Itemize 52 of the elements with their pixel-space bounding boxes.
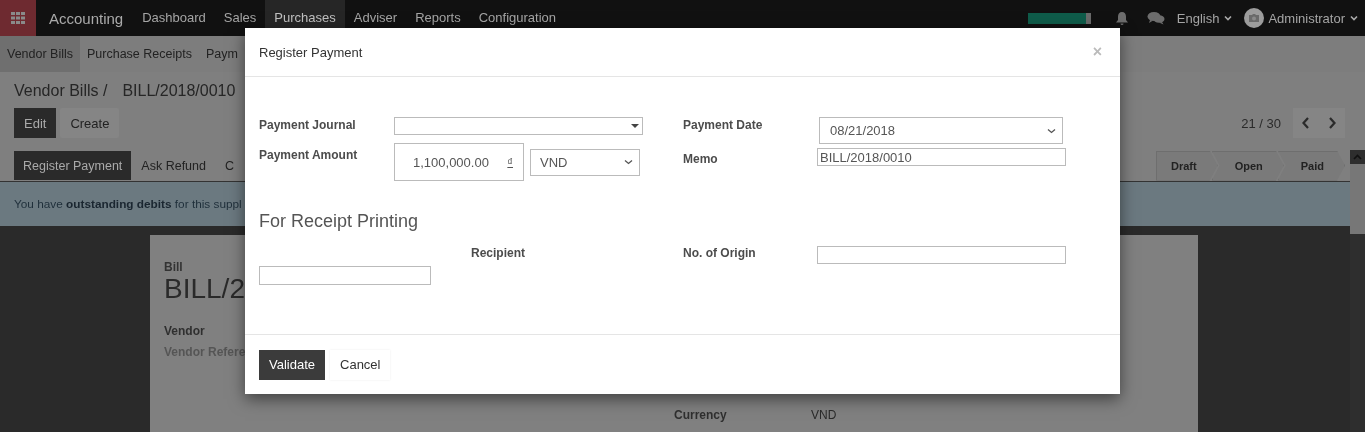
- submenu-item[interactable]: Purchase Receipts: [80, 36, 199, 72]
- chat-icon[interactable]: [1146, 11, 1165, 25]
- scrollbar[interactable]: [1350, 150, 1365, 432]
- field-label: Memo: [683, 151, 719, 168]
- action-button[interactable]: Create: [60, 108, 120, 138]
- dialog-button[interactable]: Validate: [259, 349, 325, 380]
- workflow-button[interactable]: Register Payment: [14, 151, 132, 180]
- alert-message: You have outstanding debits for this suppl: [14, 197, 242, 211]
- avatar-icon[interactable]: [1244, 8, 1265, 28]
- caret-icon: [1224, 15, 1233, 21]
- action-button[interactable]: Edit: [14, 108, 57, 138]
- language-menu[interactable]: English: [1176, 10, 1233, 26]
- status-step[interactable]: Open: [1211, 150, 1284, 181]
- breadcrumb-current: BILL/2018/0010: [121, 82, 237, 101]
- menu-item[interactable]: Sales: [214, 0, 266, 36]
- caret-icon: [1350, 15, 1358, 21]
- document-type-label: Bill: [164, 260, 183, 274]
- document-number: BILL/2: [164, 274, 245, 304]
- payment-date-select[interactable]: 08/21/2018: [819, 117, 1063, 144]
- field-label: Payment Amount: [259, 148, 359, 164]
- caret-icon: [631, 124, 639, 128]
- field-label: Recipient: [471, 246, 526, 260]
- section-title: For Receipt Printing: [259, 211, 420, 232]
- recipient-field[interactable]: [259, 266, 431, 285]
- bell-icon[interactable]: [1114, 10, 1129, 26]
- memo-field[interactable]: BILL/2018/0010: [817, 148, 1066, 166]
- field-label: No. of Origin: [683, 246, 757, 262]
- breadcrumb-link[interactable]: Vendor Bills /: [14, 82, 108, 102]
- grid-icon: [11, 12, 25, 24]
- apps-menu-button[interactable]: [0, 0, 36, 36]
- menu-item[interactable]: Dashboard: [133, 0, 215, 36]
- caret-icon: [1047, 127, 1056, 134]
- chevron-left-icon: [1302, 117, 1310, 129]
- field-label: Vendor: [164, 324, 205, 338]
- amount-field[interactable]: 1,100,000.00 ₫: [394, 143, 524, 181]
- payment-journal-select[interactable]: [394, 117, 643, 135]
- submenu-item[interactable]: Paym: [198, 36, 245, 72]
- chevron-right-icon: [1328, 117, 1336, 129]
- status-step[interactable]: Draft: [1155, 150, 1218, 181]
- field-label: Payment Date: [683, 117, 764, 134]
- dialog-title: Register Payment: [259, 44, 363, 60]
- origin-number-field[interactable]: [817, 246, 1066, 264]
- dialog-button[interactable]: Cancel: [330, 349, 391, 380]
- pager-counter: 21 / 30: [1241, 115, 1281, 131]
- field-value: VND: [811, 408, 837, 422]
- caret-icon: [624, 159, 633, 165]
- status-step[interactable]: Paid: [1277, 150, 1345, 181]
- field-label: Currency: [674, 408, 728, 422]
- user-menu[interactable]: Administrator: [1268, 10, 1358, 26]
- currency-select[interactable]: VND: [530, 148, 640, 176]
- app-title: Accounting: [49, 9, 124, 27]
- field-label: Payment Journal: [259, 117, 357, 134]
